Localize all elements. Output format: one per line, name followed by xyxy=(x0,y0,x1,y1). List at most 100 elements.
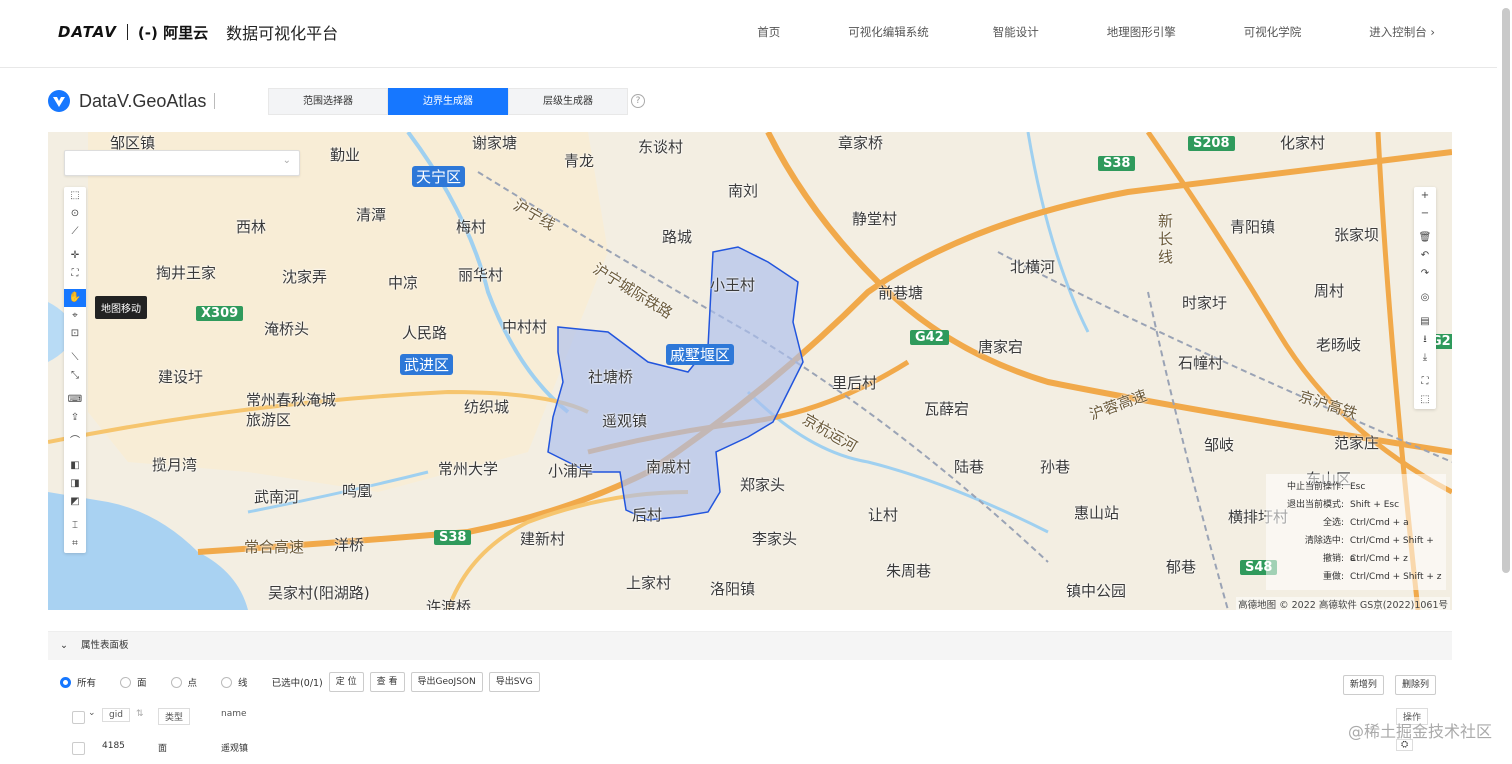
shortcut-label: 退出当前模式: xyxy=(1286,500,1344,510)
radio-all[interactable] xyxy=(60,676,71,688)
selection-count: 已选中(0/1) xyxy=(271,678,323,689)
region-search-select[interactable]: ⌄ xyxy=(64,150,300,176)
place-label: 化家村 xyxy=(1280,134,1326,152)
place-label: 里后村 xyxy=(832,374,878,392)
measure-icon[interactable]: ⤡ xyxy=(64,367,86,385)
filter-bar: 所有 面 点 线 已选中(0/1) 定 位 查 看 导出GeoJSON 导出SV… xyxy=(60,672,546,692)
nav-smart-design[interactable]: 智能设计 xyxy=(993,24,1039,40)
title-divider xyxy=(214,93,216,109)
tab-level-generator[interactable]: 层级生成器 xyxy=(508,88,628,115)
zoom-out-icon[interactable]: − xyxy=(1414,205,1436,223)
undo-icon[interactable]: ↶ xyxy=(1414,247,1436,265)
attribute-panel-header[interactable]: ⌄ 属性表面板 xyxy=(48,632,1452,660)
hand-pan-icon[interactable]: ✋ xyxy=(64,289,86,307)
radio-label: 所有 xyxy=(77,678,97,689)
place-label: 青龙 xyxy=(564,152,595,170)
place-label: 建设圩 xyxy=(158,368,204,386)
smooth-line-icon[interactable]: ⌒ xyxy=(64,433,86,451)
place-label: 小浦岸 xyxy=(548,462,594,480)
road-badge-x309: X309 xyxy=(196,306,244,321)
draw-line-icon[interactable]: ⟋ xyxy=(64,223,86,241)
map-controls: + − 🗑 ↶ ↷ ◎ ▤ ⭳ ⤓ ⛶ ⬚ xyxy=(1414,187,1436,409)
zoom-in-icon[interactable]: + xyxy=(1414,187,1436,205)
upload-icon[interactable]: ⇪ xyxy=(64,409,86,427)
locate-button[interactable]: 定 位 xyxy=(328,672,364,692)
nav-console[interactable]: 进入控制台 › xyxy=(1369,24,1435,40)
export-icon[interactable]: ⤓ xyxy=(1414,349,1436,367)
place-label: 洛阳镇 xyxy=(710,580,756,598)
nav-visual-editor[interactable]: 可视化编辑系统 xyxy=(848,24,929,40)
column-type[interactable]: 类型 xyxy=(158,708,191,725)
place-label: 镇中公园 xyxy=(1066,582,1127,600)
place-label: 吴家村(阳湖路) xyxy=(268,584,370,602)
rect-select-icon[interactable]: ⊡ xyxy=(64,325,86,343)
union-icon[interactable]: ◧ xyxy=(64,457,86,475)
crop-icon[interactable]: ⌗ xyxy=(64,535,86,553)
draw-circle-icon[interactable]: ⊙ xyxy=(64,205,86,223)
brand[interactable]: DATAV (-) 阿里云 数据可视化平台 xyxy=(58,20,338,44)
place-label: 静堂村 xyxy=(852,210,898,228)
fullscreen-icon[interactable]: ⛶ xyxy=(1414,373,1436,391)
help-icon[interactable]: ? xyxy=(631,94,645,108)
place-label: 后村 xyxy=(632,506,663,524)
chevron-down-icon[interactable]: ⌄ xyxy=(88,708,96,718)
radio-line[interactable] xyxy=(221,676,233,688)
radio-label: 线 xyxy=(238,678,248,689)
column-gid[interactable]: gid xyxy=(102,708,130,722)
place-label: 丽华村 xyxy=(458,266,504,284)
column-actions: 新增列 删除列 xyxy=(1342,672,1436,695)
place-label: 梅村 xyxy=(456,218,487,236)
place-label: 陆巷 xyxy=(954,458,985,476)
intersect-icon[interactable]: ◨ xyxy=(64,475,86,493)
locate-icon[interactable]: ◎ xyxy=(1414,289,1436,307)
cell-type: 面 xyxy=(158,744,168,754)
radio-point[interactable] xyxy=(170,676,182,688)
radio-label: 点 xyxy=(187,678,198,689)
fit-bounds-icon[interactable]: ⬚ xyxy=(1414,391,1436,409)
place-label: 惠山站 xyxy=(1074,504,1120,522)
nav-geo-engine[interactable]: 地理图形引擎 xyxy=(1107,24,1176,40)
place-label: 鸣凰 xyxy=(342,482,373,500)
place-label: 朱周巷 xyxy=(886,562,932,580)
pick-region-icon[interactable]: ⌖ xyxy=(64,307,86,325)
file-icon[interactable]: ▤ xyxy=(1414,313,1436,331)
sort-icon[interactable]: ⇅ xyxy=(136,709,144,719)
table-row[interactable]: 4185 面 遥观镇 ⛭ xyxy=(60,739,1440,759)
download-icon[interactable]: ⭳ xyxy=(1414,331,1436,349)
view-button[interactable]: 查 看 xyxy=(369,672,405,692)
tab-range-selector[interactable]: 范围选择器 xyxy=(268,88,388,115)
place-label: 掏井王家 xyxy=(156,264,217,282)
place-label: 常州春秋淹城旅游区 xyxy=(246,391,337,429)
map-canvas[interactable]: 邹区镇 勤业 天宁区 青龙 谢家塘 东谈村 章家桥 化家村 南刘 西林 清潭 梅… xyxy=(48,132,1452,610)
difference-icon[interactable]: ◩ xyxy=(64,493,86,511)
add-column-button[interactable]: 新增列 xyxy=(1342,675,1384,695)
draw-polygon-icon[interactable]: ⬚ xyxy=(64,187,86,205)
road-label: 常合高速 xyxy=(244,538,305,556)
cut-line-icon[interactable]: ⟍ xyxy=(64,349,86,367)
select-box-icon[interactable]: ⛶ xyxy=(64,265,86,283)
split-icon[interactable]: ⌶ xyxy=(64,517,86,535)
radio-label: 面 xyxy=(137,678,147,689)
export-svg-button[interactable]: 导出SVG xyxy=(488,672,540,692)
row-checkbox[interactable] xyxy=(72,742,85,755)
delete-icon[interactable]: 🗑 xyxy=(1414,229,1436,247)
nav-academy[interactable]: 可视化学院 xyxy=(1244,24,1302,40)
brand-divider xyxy=(126,24,128,40)
rail-label: 新长线 xyxy=(1158,212,1174,266)
select-all-checkbox[interactable] xyxy=(72,711,85,724)
shortcut-key: Ctrl/Cmd + Shift + a xyxy=(1349,536,1434,564)
move-point-icon[interactable]: ✛ xyxy=(64,247,86,265)
place-label: 建新村 xyxy=(520,530,566,548)
page-scrollbar[interactable] xyxy=(1502,8,1510,573)
nav-home[interactable]: 首页 xyxy=(757,24,780,40)
radio-polygon[interactable] xyxy=(120,676,132,688)
export-geojson-button[interactable]: 导出GeoJSON xyxy=(410,672,483,692)
redo-icon[interactable]: ↷ xyxy=(1414,265,1436,283)
place-label: 章家桥 xyxy=(838,134,884,152)
chevron-down-icon: ⌄ xyxy=(282,155,291,166)
code-icon[interactable]: ⌨ xyxy=(64,391,86,409)
table-header: ⌄ gid ⇅ 类型 name 操作 xyxy=(60,708,1440,730)
tab-boundary-generator[interactable]: 边界生成器 xyxy=(388,88,508,115)
delete-column-button[interactable]: 删除列 xyxy=(1394,675,1436,695)
geoatlas-header: DataV.GeoAtlas xyxy=(47,86,216,116)
